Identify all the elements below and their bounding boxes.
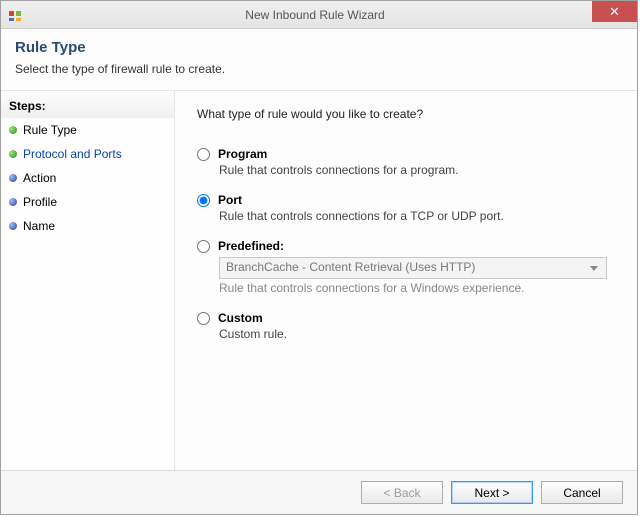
bullet-icon xyxy=(9,174,17,182)
predefined-select[interactable]: BranchCache - Content Retrieval (Uses HT… xyxy=(219,257,607,279)
step-label: Rule Type xyxy=(23,123,77,137)
option-predefined-row[interactable]: Predefined: xyxy=(197,239,617,253)
page-title: Rule Type xyxy=(15,39,623,56)
step-name[interactable]: Name xyxy=(1,214,174,238)
option-program: Program Rule that controls connections f… xyxy=(197,147,617,177)
footer: < Back Next > Cancel xyxy=(1,470,637,514)
step-label: Protocol and Ports xyxy=(23,147,122,161)
cancel-button[interactable]: Cancel xyxy=(541,481,623,504)
option-program-desc: Rule that controls connections for a pro… xyxy=(219,163,617,177)
option-predefined-label: Predefined: xyxy=(218,239,284,253)
step-label: Action xyxy=(23,171,56,185)
step-protocol-and-ports[interactable]: Protocol and Ports xyxy=(1,142,174,166)
step-label: Profile xyxy=(23,195,57,209)
option-port-label: Port xyxy=(218,193,242,207)
option-port-row[interactable]: Port xyxy=(197,193,617,207)
bullet-icon xyxy=(9,222,17,230)
back-button[interactable]: < Back xyxy=(361,481,443,504)
option-predefined: Predefined: BranchCache - Content Retrie… xyxy=(197,239,617,295)
page-description: Select the type of firewall rule to crea… xyxy=(15,62,623,76)
option-predefined-desc: Rule that controls connections for a Win… xyxy=(219,281,617,295)
option-custom: Custom Custom rule. xyxy=(197,311,617,341)
radio-program[interactable] xyxy=(197,148,210,161)
radio-custom[interactable] xyxy=(197,312,210,325)
step-action[interactable]: Action xyxy=(1,166,174,190)
option-custom-row[interactable]: Custom xyxy=(197,311,617,325)
app-icon xyxy=(7,7,23,23)
radio-port[interactable] xyxy=(197,194,210,207)
header-area: Rule Type Select the type of firewall ru… xyxy=(1,29,637,90)
sidebar: Steps: Rule Type Protocol and Ports Acti… xyxy=(1,91,175,479)
option-custom-desc: Custom rule. xyxy=(219,327,617,341)
steps-header: Steps: xyxy=(1,91,174,118)
step-rule-type[interactable]: Rule Type xyxy=(1,118,174,142)
bullet-icon xyxy=(9,150,17,158)
window-title: New Inbound Rule Wizard xyxy=(23,8,637,22)
close-icon: ✕ xyxy=(609,4,620,20)
titlebar: New Inbound Rule Wizard ✕ xyxy=(1,1,637,29)
prompt-text: What type of rule would you like to crea… xyxy=(197,107,617,121)
option-port-desc: Rule that controls connections for a TCP… xyxy=(219,209,617,223)
option-program-row[interactable]: Program xyxy=(197,147,617,161)
option-port: Port Rule that controls connections for … xyxy=(197,193,617,223)
bullet-icon xyxy=(9,126,17,134)
option-program-label: Program xyxy=(218,147,267,161)
content-pane: What type of rule would you like to crea… xyxy=(175,91,637,479)
next-button[interactable]: Next > xyxy=(451,481,533,504)
body-area: Steps: Rule Type Protocol and Ports Acti… xyxy=(1,90,637,479)
step-profile[interactable]: Profile xyxy=(1,190,174,214)
bullet-icon xyxy=(9,198,17,206)
predefined-select-value: BranchCache - Content Retrieval (Uses HT… xyxy=(226,260,475,274)
close-button[interactable]: ✕ xyxy=(592,1,637,22)
wizard-window: New Inbound Rule Wizard ✕ Rule Type Sele… xyxy=(0,0,638,515)
option-custom-label: Custom xyxy=(218,311,263,325)
step-label: Name xyxy=(23,219,55,233)
radio-predefined[interactable] xyxy=(197,240,210,253)
